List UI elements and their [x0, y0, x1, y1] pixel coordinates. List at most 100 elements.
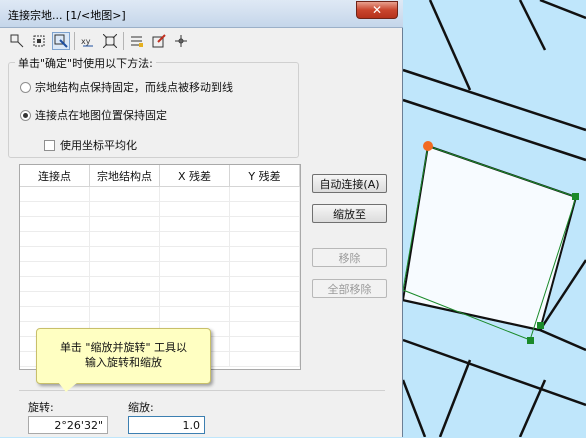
table-cell [160, 277, 230, 291]
table-cell [20, 292, 90, 306]
toolbar: xy [8, 30, 194, 52]
group-legend: 单击"确定"时使用以下方法: [15, 55, 156, 71]
table-cell [230, 232, 300, 246]
list-icon [131, 36, 143, 47]
xy-tool-button[interactable]: xy [79, 32, 97, 50]
zoom-rotate-icon [54, 34, 68, 48]
connect-icon [10, 34, 24, 48]
zoom-to-button[interactable]: 缩放至 [312, 204, 387, 223]
table-cell [90, 217, 160, 231]
table-cell [20, 247, 90, 261]
table-cell [20, 187, 90, 201]
tooltip-line-1: 单击 "缩放并旋转" 工具以 [59, 341, 188, 354]
table-cell [230, 277, 300, 291]
svg-text:xy: xy [81, 37, 91, 46]
table-cell [20, 217, 90, 231]
column-header-x-residual[interactable]: X 残差 [160, 165, 230, 186]
option-fix-map-radio[interactable] [20, 109, 31, 121]
table-row[interactable] [20, 277, 300, 292]
table-cell [230, 352, 300, 366]
title-bar[interactable]: 连接宗地... [1/<地图>] ✕ [0, 0, 403, 28]
pan-icon [175, 35, 187, 47]
remove-all-button[interactable]: 全部移除 [312, 279, 387, 298]
table-cell [20, 262, 90, 276]
table-cell [160, 307, 230, 321]
table-cell [160, 202, 230, 216]
table-cell [90, 277, 160, 291]
table-row[interactable] [20, 247, 300, 262]
table-cell [160, 292, 230, 306]
table-cell [20, 232, 90, 246]
connect-tool-button[interactable] [8, 32, 26, 50]
fit-tool-button[interactable] [101, 32, 119, 50]
option-fix-map-label: 连接点在地图位置保持固定 [35, 109, 167, 122]
option-fix-structure-label: 宗地结构点保持固定，而线点被移动到线 [35, 81, 233, 94]
connection-point-orange[interactable] [423, 141, 433, 151]
coordinate-averaging-checkbox[interactable] [44, 139, 55, 151]
table-row[interactable] [20, 262, 300, 277]
option-fix-structure-radio[interactable] [20, 81, 31, 93]
table-cell [230, 292, 300, 306]
coordinate-averaging-row[interactable]: 使用坐标平均化 [44, 137, 137, 153]
table-header: 连接点 宗地结构点 X 残差 Y 残差 [20, 165, 300, 187]
fit-icon [103, 34, 117, 48]
table-row[interactable] [20, 307, 300, 322]
table-row[interactable] [20, 292, 300, 307]
table-cell [230, 307, 300, 321]
table-cell [230, 337, 300, 351]
table-cell [230, 322, 300, 336]
zoom-rotate-tool-button[interactable] [52, 32, 70, 50]
column-header-structure-point[interactable]: 宗地结构点 [90, 165, 160, 186]
column-header-connection-point[interactable]: 连接点 [20, 165, 90, 186]
xy-icon: xy [81, 37, 93, 47]
scale-label: 缩放: [128, 401, 154, 414]
table-cell [160, 262, 230, 276]
table-cell [230, 187, 300, 201]
table-cell [20, 277, 90, 291]
rotation-label: 旋转: [28, 401, 54, 414]
edit-tool-button[interactable] [150, 32, 168, 50]
connection-point-green-3[interactable] [537, 322, 544, 329]
dialog-title: 连接宗地... [1/<地图>] [8, 9, 126, 22]
table-cell [160, 247, 230, 261]
table-row[interactable] [20, 187, 300, 202]
auto-connect-button[interactable]: 自动连接(A) [312, 174, 387, 193]
scale-input[interactable]: 1.0 [128, 416, 205, 434]
table-cell [160, 217, 230, 231]
table-cell [90, 202, 160, 216]
table-cell [90, 187, 160, 201]
connection-point-green-1[interactable] [572, 193, 579, 200]
list-tool-button[interactable] [128, 32, 146, 50]
tooltip-tail [58, 382, 78, 392]
table-row[interactable] [20, 232, 300, 247]
table-row[interactable] [20, 202, 300, 217]
table-cell [90, 307, 160, 321]
table-cell [90, 292, 160, 306]
table-cell [230, 202, 300, 216]
table-cell [230, 247, 300, 261]
table-cell [20, 307, 90, 321]
table-cell [20, 202, 90, 216]
table-cell [160, 232, 230, 246]
table-cell [230, 262, 300, 276]
edit-icon [152, 34, 166, 48]
close-button[interactable]: ✕ [356, 1, 398, 19]
table-cell [90, 247, 160, 261]
coordinate-averaging-label: 使用坐标平均化 [60, 139, 137, 152]
table-cell [230, 217, 300, 231]
table-cell [90, 232, 160, 246]
connection-point-green-2[interactable] [527, 337, 534, 344]
pan-tool-button[interactable] [172, 32, 190, 50]
select-tool-button[interactable] [30, 32, 48, 50]
toolbar-separator [74, 32, 75, 50]
table-cell [160, 187, 230, 201]
table-cell [90, 262, 160, 276]
column-header-y-residual[interactable]: Y 残差 [230, 165, 300, 186]
select-icon [33, 35, 45, 47]
option-fix-map-row[interactable]: 连接点在地图位置保持固定 [20, 107, 167, 123]
connect-parcel-dialog: 连接宗地... [1/<地图>] ✕ xy 单击"确定"时使用以下方法: 宗地结… [0, 0, 403, 437]
table-row[interactable] [20, 217, 300, 232]
option-fix-structure-row[interactable]: 宗地结构点保持固定，而线点被移动到线 [20, 79, 233, 95]
remove-button[interactable]: 移除 [312, 248, 387, 267]
rotation-input[interactable]: 2°26'32" [28, 416, 108, 434]
